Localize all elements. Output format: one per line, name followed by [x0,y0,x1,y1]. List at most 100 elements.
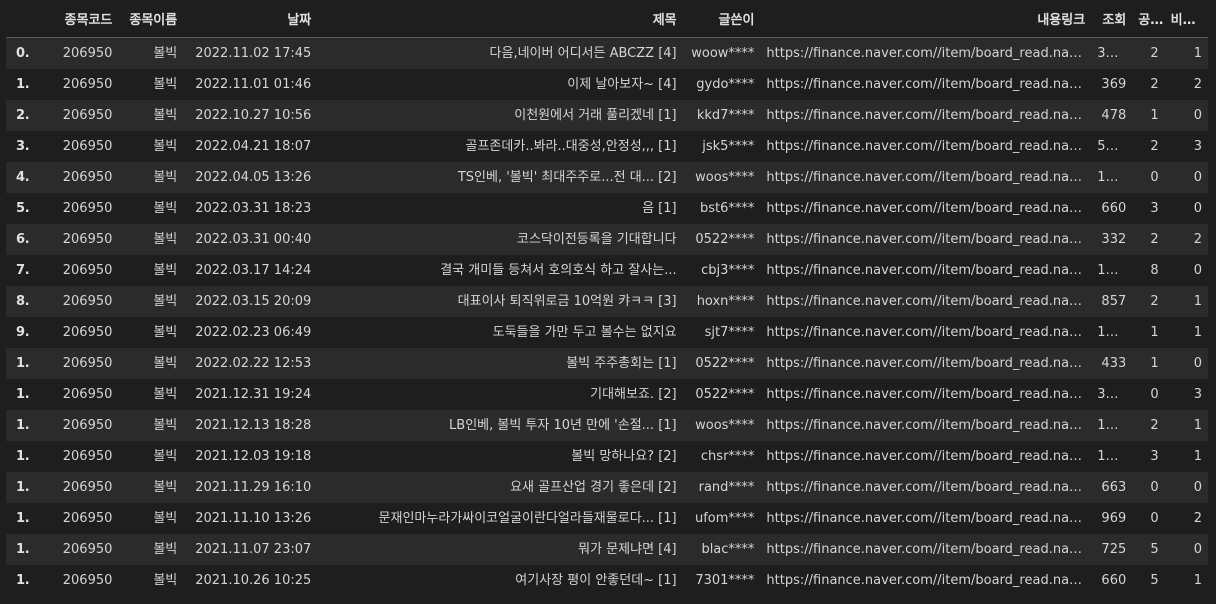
cell-likes: 5 [1150,573,1159,588]
dataframe-table: 종목코드 종목이름 날짜 제목 글쓴이 내용링크 조회 공감 비공감 0 206950 볼빅 2022… [6,5,1208,596]
cell-stock-name: 볼빅 [153,201,178,216]
cell-stock-name: 볼빅 [153,418,178,433]
cell-stock-code: 206950 [62,480,113,495]
cell-date: 2021.11.10 13:26 [195,511,312,526]
cell-index: 17 [16,573,30,588]
cell-content-link: https://finance.naver.com//item/board_re… [766,511,1089,526]
cell-author: blac**** [701,542,755,557]
cell-views: 1714 [1097,170,1131,185]
cell-content-link: https://finance.naver.com//item/board_re… [766,418,1089,433]
cell-likes: 3 [1150,201,1159,216]
cell-stock-code: 206950 [62,294,113,309]
cell-views: 660 [1101,201,1127,216]
cell-likes: 2 [1150,418,1159,433]
cell-dislikes: 1 [1193,418,1202,433]
cell-dislikes: 0 [1193,108,1202,123]
cell-likes: 1 [1150,325,1159,340]
cell-title: TS인베, '볼빅' 최대주주로...전 대... [2] [457,170,677,185]
cell-title: 여기사장 평이 안좋던데~ [1] [515,573,677,588]
table-row: 14 206950 볼빅 2021.11.29 16:10 요새 골프산업 경기 좋은데… [6,472,1208,503]
cell-content-link: https://finance.naver.com//item/board_re… [766,108,1089,123]
cell-stock-code: 206950 [62,46,113,61]
cell-dislikes: 2 [1193,232,1202,247]
cell-dislikes: 1 [1193,46,1202,61]
cell-stock-code: 206950 [62,263,113,278]
cell-likes: 2 [1150,46,1159,61]
cell-title: 음 [1] [642,201,677,216]
cell-dislikes: 1 [1193,449,1202,464]
column-header-stock-name: 종목이름 [118,5,184,38]
cell-stock-code: 206950 [62,511,113,526]
cell-stock-code: 206950 [62,418,113,433]
cell-content-link: https://finance.naver.com//item/board_re… [766,573,1089,588]
cell-dislikes: 0 [1193,480,1202,495]
table-row: 10206950볼빅2022.02.22 12:53볼빅 주주총회는 [1]05… [6,348,1208,379]
cell-stock-name: 볼빅 [153,170,178,185]
column-header-dislikes: 비공감 [1164,5,1208,38]
cell-index: 10 [16,356,30,371]
cell-title: 골프존데카..봐라..대중성,안정성,,, [1] [465,139,677,154]
cell-dislikes: 1 [1193,325,1202,340]
cell-content-link: https://finance.naver.com//item/board_re… [766,449,1089,464]
cell-stock-name: 볼빅 [153,449,178,464]
cell-title: 볼빅 망하나요? [2] [571,449,677,464]
column-header-date: 날짜 [183,5,318,38]
cell-dislikes: 3 [1193,387,1202,402]
column-header-index [6,5,30,38]
cell-stock-name: 볼빅 [153,511,178,526]
cell-views: 369 [1101,77,1127,92]
cell-views: 857 [1101,294,1127,309]
cell-author: gydo**** [696,77,755,92]
cell-dislikes: 3 [1193,139,1202,154]
cell-dislikes: 0 [1193,170,1202,185]
cell-likes: 8 [1150,263,1159,278]
cell-content-link: https://finance.naver.com//item/board_re… [766,480,1089,495]
cell-stock-name: 볼빅 [153,356,178,371]
cell-content-link: https://finance.naver.com//item/board_re… [766,387,1089,402]
cell-index: 13 [16,449,30,464]
cell-likes: 0 [1150,170,1159,185]
cell-views: 1388 [1097,449,1131,464]
table-row: 11 206950 볼빅 2021.12.31 19:24 기대해보죠. [2] 0522… [6,379,1208,410]
cell-content-link: https://finance.naver.com//item/board_re… [766,325,1089,340]
cell-date: 2022.03.31 00:40 [195,232,312,247]
cell-index: 0 [16,46,26,61]
cell-content-link: https://finance.naver.com//item/board_re… [766,201,1089,216]
cell-stock-name: 볼빅 [153,480,178,495]
cell-stock-code: 206950 [62,356,113,371]
cell-stock-name: 볼빅 [153,263,178,278]
cell-date: 2022.02.22 12:53 [195,356,312,371]
cell-views: 478 [1101,108,1127,123]
header-row: 종목코드 종목이름 날짜 제목 글쓴이 내용링크 조회 공감 비공감 [6,5,1208,38]
cell-stock-code: 206950 [62,387,113,402]
column-header-views: 조회 [1091,5,1133,38]
cell-likes: 0 [1150,511,1159,526]
cell-title: 결국 개미들 등쳐서 호의호식 하고 잘사는... [440,263,677,278]
cell-stock-code: 206950 [62,325,113,340]
cell-author: 0522**** [695,232,755,247]
cell-stock-code: 206950 [62,139,113,154]
cell-views: 1075 [1097,263,1131,278]
cell-index: 7 [16,263,26,278]
cell-title: 문재인마누라가싸이코얼굴이란다얼라들재물로다... [1] [378,511,677,526]
cell-date: 2021.11.07 23:07 [195,542,312,557]
cell-title: 코스닥이전등록을 기대합니다 [516,232,677,247]
cell-views: 1263 [1097,325,1131,340]
cell-stock-name: 볼빅 [153,387,178,402]
cell-content-link: https://finance.naver.com//item/board_re… [766,294,1089,309]
table-row: 16 206950 볼빅 2021.11.07 23:07 뭐가 문제냐면 [4] bla… [6,534,1208,565]
cell-stock-name: 볼빅 [153,325,178,340]
cell-dislikes: 2 [1193,77,1202,92]
cell-content-link: https://finance.naver.com//item/board_re… [766,170,1089,185]
cell-dislikes: 2 [1193,511,1202,526]
table-row: 7 206950 볼빅 2022.03.17 14:24 결국 개미들 등쳐서 호의호식… [6,255,1208,286]
cell-date: 2022.04.05 13:26 [195,170,312,185]
table-row: 15 206950 볼빅 2021.11.10 13:26 문재인마누라가싸이코얼굴이란… [6,503,1208,534]
cell-stock-name: 볼빅 [153,294,178,309]
cell-index: 5 [16,201,26,216]
cell-author: cbj3**** [701,263,755,278]
cell-stock-code: 206950 [62,170,113,185]
cell-author: 0522**** [695,356,755,371]
cell-stock-name: 볼빅 [153,139,178,154]
cell-index: 4 [16,170,26,185]
